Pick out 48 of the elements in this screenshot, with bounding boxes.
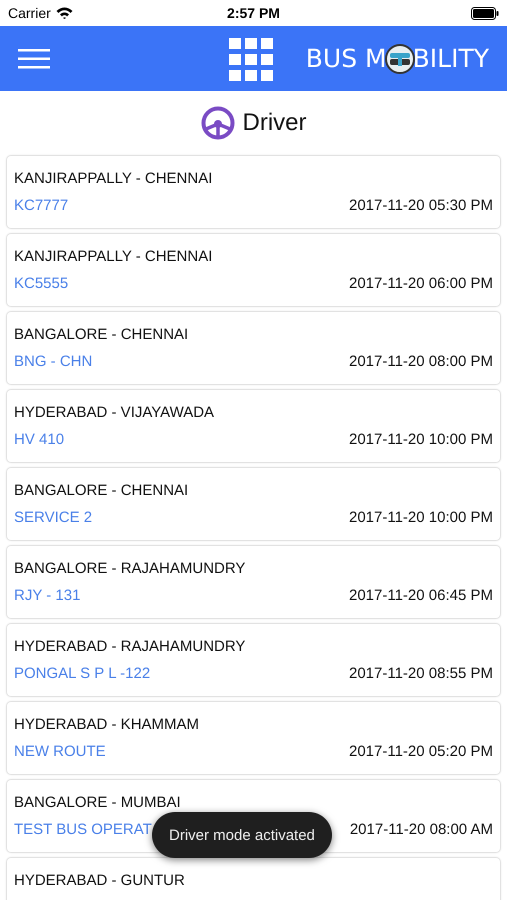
logo-icon (384, 44, 415, 74)
service-name: HV 410 (14, 431, 64, 448)
departure-time: 2017-11-20 10:00 PM (349, 431, 493, 448)
departure-time: 2017-11-20 10:00 PM (349, 509, 493, 526)
route-name: HYDERABAD - RAJAHAMUNDRY (14, 638, 246, 655)
grid-icon[interactable] (229, 38, 273, 81)
service-name: SERVICE 2 (14, 509, 92, 526)
toast-message: Driver mode activated (152, 812, 332, 858)
departure-time: 2017-11-20 05:30 PM (349, 197, 493, 214)
steering-wheel-icon (200, 106, 234, 140)
route-name: BANGALORE - RAJAHAMUNDRY (14, 560, 246, 577)
service-name: KC7777 (14, 197, 68, 214)
trip-card[interactable]: HYDERABAD - VIJAYAWADA HV 410 2017-11-20 10:00 PM (6, 389, 501, 463)
route-name: HYDERABAD - GUNTUR (14, 872, 185, 889)
carrier-label: Carrier (8, 5, 51, 21)
logo-text: BILITY (412, 44, 489, 73)
route-name: BANGALORE - MUMBAI (14, 794, 181, 811)
service-name: RJY - 131 (14, 587, 80, 604)
departure-time: 2017-11-20 08:55 PM (349, 665, 493, 682)
departure-time: 2017-11-20 06:45 PM (349, 587, 493, 604)
route-name: KANJIRAPPALLY - CHENNAI (14, 170, 212, 187)
route-name: KANJIRAPPALLY - CHENNAI (14, 248, 212, 265)
trip-card[interactable]: BANGALORE - CHENNAI SERVICE 2 2017-11-20 10:00 PM (6, 467, 501, 541)
trip-card[interactable]: HYDERABAD - KHAMMAM NEW ROUTE 2017-11-20 05:20 PM (6, 701, 501, 775)
route-name: HYDERABAD - VIJAYAWADA (14, 404, 214, 421)
logo-text: BUS M (306, 44, 387, 73)
departure-time: 2017-11-20 08:00 AM (350, 821, 493, 838)
page-title: Driver (242, 109, 306, 137)
route-name: HYDERABAD - KHAMMAM (14, 716, 200, 733)
trip-card[interactable]: BANGALORE - RAJAHAMUNDRY RJY - 131 2017-11-20 06:45 PM (6, 545, 501, 619)
battery-icon (471, 6, 499, 20)
trip-card[interactable]: KANJIRAPPALLY - CHENNAI KC7777 2017-11-20 05:30 PM (6, 155, 501, 229)
status-time: 2:57 PM (227, 5, 280, 21)
service-name: TEST BUS OPERAT (14, 821, 152, 838)
departure-time: 2017-11-20 06:00 PM (349, 275, 493, 292)
service-name: PONGAL S P L -122 (14, 665, 150, 682)
trip-card[interactable]: HYDERABAD - RAJAHAMUNDRY PONGAL S P L -122 2017-11-20 08:55 PM (6, 623, 501, 697)
departure-time: 2017-11-20 08:00 PM (349, 353, 493, 370)
menu-icon[interactable] (18, 48, 50, 68)
departure-time: 2017-11-20 05:20 PM (349, 743, 493, 760)
service-name: BNG - CHN (14, 353, 92, 370)
route-name: BANGALORE - CHENNAI (14, 482, 188, 499)
route-name: BANGALORE - CHENNAI (14, 326, 188, 343)
service-name: KC5555 (14, 275, 68, 292)
trip-card[interactable]: BANGALORE - CHENNAI BNG - CHN 2017-11-20 08:00 PM (6, 311, 501, 385)
wifi-icon (56, 7, 73, 19)
trip-card[interactable]: KANJIRAPPALLY - CHENNAI KC5555 2017-11-20 06:00 PM (6, 233, 501, 307)
service-name: NEW ROUTE (14, 743, 106, 760)
